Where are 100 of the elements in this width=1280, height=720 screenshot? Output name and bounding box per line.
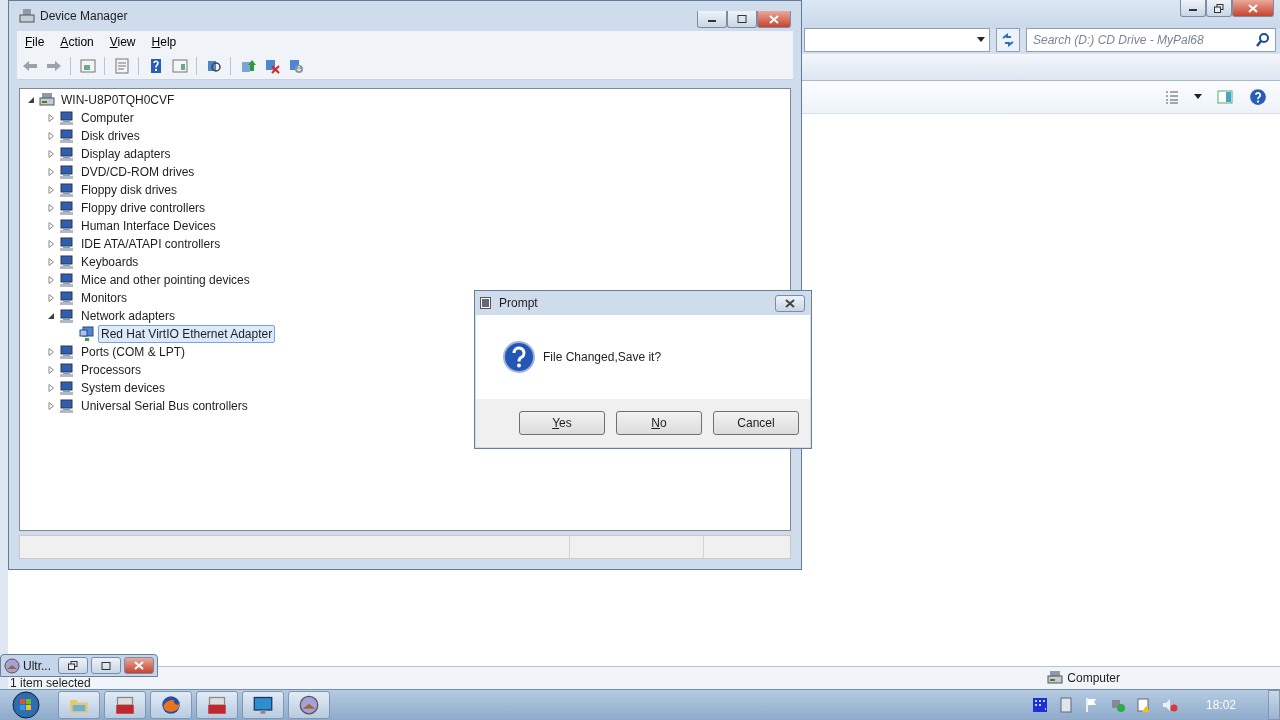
status-location: Computer — [1047, 670, 1120, 686]
disable-icon — [287, 58, 304, 74]
device-icon — [59, 272, 75, 288]
properties-icon — [113, 58, 130, 74]
tree-item[interactable]: System devices — [78, 379, 169, 397]
taskbar-button[interactable] — [104, 691, 146, 719]
tree-item[interactable]: Red Hat VirtIO Ethernet Adapter — [98, 325, 276, 343]
toolbox-icon — [115, 695, 135, 715]
update-driver-icon — [239, 58, 256, 74]
search-field[interactable]: Search (D:) CD Drive - MyPal68 — [1026, 28, 1276, 52]
close-button[interactable] — [1232, 0, 1274, 17]
computer-icon — [39, 92, 55, 108]
help-button[interactable] — [1247, 86, 1268, 108]
maximize-button[interactable] — [91, 657, 121, 674]
scan-icon — [205, 58, 222, 74]
help-icon — [1248, 88, 1267, 106]
expand-arrow-icon[interactable] — [26, 95, 36, 105]
dialog-button[interactable]: No — [616, 411, 702, 435]
refresh-button[interactable] — [996, 28, 1020, 52]
safe-device-icon — [1109, 697, 1126, 713]
device-icon — [59, 398, 75, 414]
tree-item[interactable]: Network adapters — [78, 307, 179, 325]
tree-item[interactable]: Display adapters — [78, 145, 174, 163]
close-icon — [1248, 3, 1258, 13]
forward-arrow-icon — [45, 58, 62, 74]
dialog-message: File Changed,Save it? — [543, 350, 662, 364]
taskbar-button[interactable] — [196, 691, 238, 719]
device-icon — [59, 200, 75, 216]
device-icon — [59, 308, 75, 324]
tree-item[interactable]: Human Interface Devices — [78, 217, 219, 235]
restore-button[interactable] — [1206, 0, 1232, 17]
show-desktop-button[interactable] — [1268, 690, 1280, 720]
device-icon — [59, 380, 75, 396]
action-pane-icon — [171, 58, 188, 74]
computer-icon — [1047, 670, 1064, 686]
tree-item[interactable]: Floppy disk drives — [78, 181, 181, 199]
browser-icon — [161, 695, 181, 715]
dialog-button[interactable]: Cancel — [713, 411, 799, 435]
device-icon — [59, 218, 75, 234]
device-icon — [59, 146, 75, 162]
device-icon — [59, 110, 75, 126]
tree-item[interactable]: IDE ATA/ATAPI controllers — [78, 235, 224, 253]
tree-item[interactable]: DVD/CD-ROM drives — [78, 163, 198, 181]
search-icon — [1255, 32, 1271, 48]
question-icon — [503, 341, 535, 373]
device-icon — [59, 254, 75, 270]
tree-item[interactable]: WIN-U8P0TQH0CVF — [58, 91, 178, 109]
tree-item[interactable]: Processors — [78, 361, 145, 379]
dropdown-arrow-icon — [977, 37, 985, 43]
taskbar-button[interactable] — [242, 691, 284, 719]
close-icon — [134, 661, 144, 670]
address-bar[interactable] — [804, 28, 990, 52]
tree-item[interactable]: Disk drives — [78, 127, 143, 145]
restore-icon — [1214, 3, 1224, 13]
menu-item[interactable]: Help — [143, 33, 185, 51]
taskbar-button[interactable] — [288, 691, 330, 719]
minimize-button[interactable] — [1180, 0, 1206, 17]
tree-item[interactable]: Universal Serial Bus controllers — [78, 397, 251, 415]
menu-item[interactable]: View — [101, 33, 144, 51]
maximize-button[interactable] — [727, 11, 757, 28]
minimize-button[interactable] — [697, 11, 727, 28]
close-icon — [769, 14, 779, 24]
window-icon — [480, 297, 494, 309]
device-icon — [59, 164, 75, 180]
tree-item[interactable]: Computer — [78, 109, 137, 127]
tree-item[interactable]: Mice and other pointing devices — [78, 271, 253, 289]
device-icon — [59, 290, 75, 306]
restore-icon — [68, 661, 78, 670]
close-button[interactable] — [124, 657, 154, 674]
device-icon — [59, 344, 75, 360]
console-tree-icon — [79, 58, 96, 74]
close-icon — [785, 298, 795, 308]
tree-item[interactable]: Keyboards — [78, 253, 142, 271]
close-button[interactable] — [757, 11, 791, 28]
window-title: Ultr... — [23, 658, 52, 673]
network-warning-icon — [1135, 697, 1152, 713]
monitor-icon — [253, 695, 273, 715]
restore-button[interactable] — [58, 657, 88, 674]
maximize-icon — [737, 15, 747, 23]
dialog-title: Prompt — [499, 296, 539, 310]
tree-item[interactable]: Monitors — [78, 289, 130, 307]
device-icon — [59, 182, 75, 198]
maximize-icon — [101, 661, 111, 670]
tree-item[interactable]: Ports (COM & LPT) — [78, 343, 188, 361]
uninstall-icon — [263, 58, 280, 74]
expand-arrow-icon[interactable] — [46, 311, 56, 321]
tree-item[interactable]: Floppy drive controllers — [78, 199, 209, 217]
device-icon — [59, 128, 75, 144]
dropdown-arrow-icon — [1194, 94, 1202, 100]
device-icon — [59, 362, 75, 378]
menu-item[interactable]: Action — [52, 33, 102, 51]
menu-item[interactable]: File — [17, 33, 53, 51]
pane-icon — [1216, 89, 1233, 105]
device-manager-icon — [19, 8, 35, 24]
keyboard-layout-icon — [1031, 697, 1048, 713]
back-arrow-icon — [21, 58, 38, 74]
dialog-button[interactable]: Yes — [519, 411, 605, 435]
taskbar-button[interactable] — [150, 691, 192, 719]
close-button[interactable] — [775, 294, 805, 312]
window-title: Device Manager — [40, 9, 129, 23]
